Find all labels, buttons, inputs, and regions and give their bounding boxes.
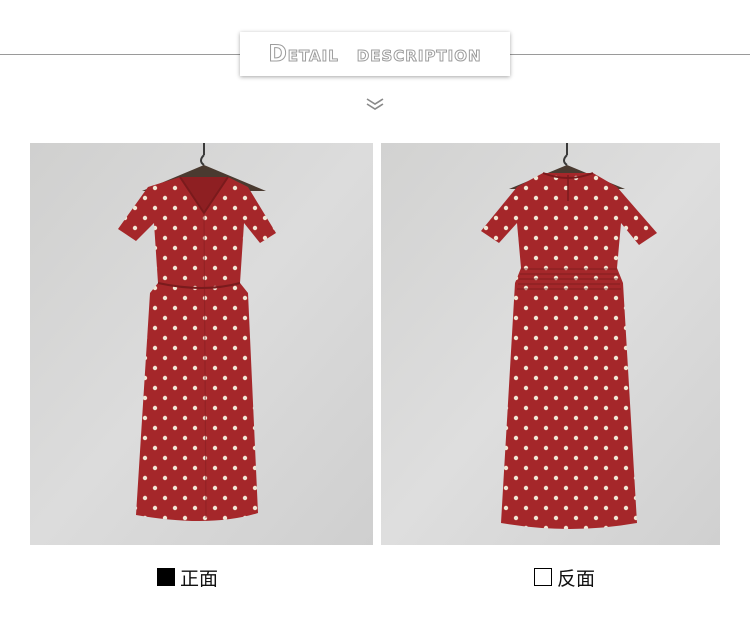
dress-back-photo: [381, 143, 720, 545]
back-view-caption: 反面: [534, 565, 596, 590]
section-title: Detail description: [268, 41, 482, 67]
front-view-label: 正面: [180, 567, 219, 590]
section-title-word-2: description: [356, 41, 482, 67]
dress-front-photo: [30, 143, 373, 545]
section-title-word-1: Detail: [268, 41, 339, 67]
front-view-caption: 正面: [157, 565, 219, 590]
empty-square-icon: [534, 568, 552, 586]
header-divider-left: [0, 54, 240, 55]
section-title-box: Detail description: [240, 32, 510, 76]
back-view-label: 反面: [557, 567, 596, 590]
header-divider-right: [510, 54, 750, 55]
filled-square-icon: [157, 568, 175, 586]
double-chevron-down-icon: [366, 98, 384, 110]
